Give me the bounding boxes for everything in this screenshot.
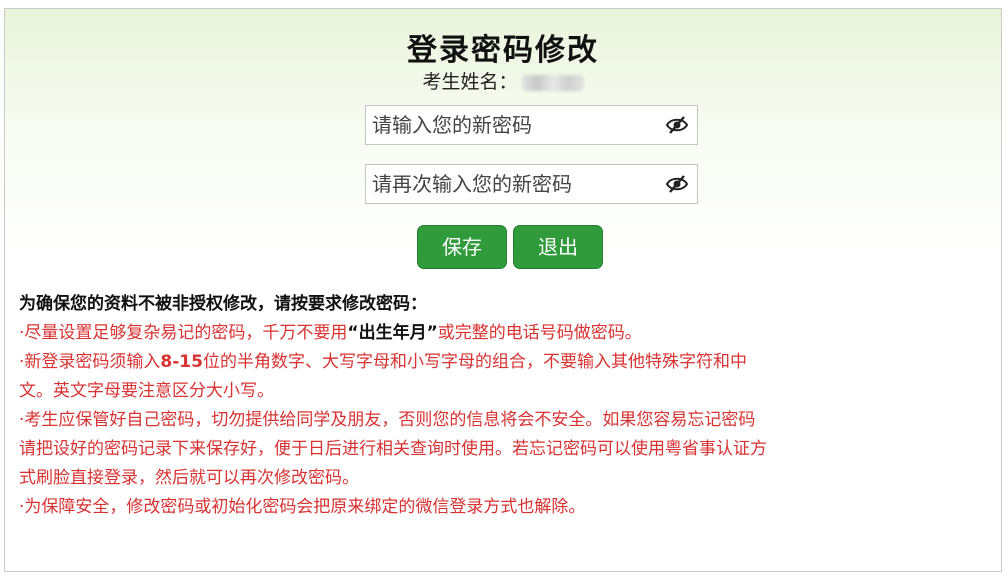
confirm-password-field: [365, 164, 698, 204]
notice-text: ·为保障安全，修改密码或初始化密码会把原来绑定的微信登录方式也解除。: [19, 497, 586, 517]
new-password-input[interactable]: [366, 106, 656, 144]
eye-slash-icon[interactable]: [665, 174, 689, 194]
notice-item: ·为保障安全，修改密码或初始化密码会把原来绑定的微信登录方式也解除。: [19, 493, 989, 522]
notice-text: 文。英文字母要注意区分大小写。: [19, 381, 274, 401]
notice-list: ·尽量设置足够复杂易记的密码，千万不要用“出生年月”或完整的电话号码做密码。 ·…: [19, 319, 989, 522]
notice-text: 式刷脸直接登录，然后就可以再次修改密码。: [19, 468, 359, 488]
notice-text: 或完整的电话号码做密码。: [437, 323, 642, 343]
confirm-password-input[interactable]: [366, 165, 656, 203]
notice-text: ·新登录密码须输入: [19, 352, 161, 372]
notice-highlight: “出生年月”: [347, 323, 438, 343]
notice-text: 请把设好的密码记录下来保存好，便于日后进行相关查询时使用。若忘记密码可以使用粤省…: [19, 439, 767, 459]
candidate-name-label: 考生姓名：: [422, 71, 518, 93]
password-change-panel: 登录密码修改 考生姓名： 保存 退出 为确保您的资料不被非授权修改，请按要求修改…: [4, 8, 1002, 572]
notice-text: ·尽量设置足够复杂易记的密码，千万不要用: [19, 323, 348, 343]
candidate-name-row: 考生姓名：: [5, 67, 1001, 94]
new-password-field: [365, 105, 698, 145]
eye-slash-icon[interactable]: [665, 115, 689, 135]
notice-highlight: 8-15: [160, 352, 203, 372]
candidate-name-redacted: [521, 74, 584, 91]
exit-button[interactable]: 退出: [513, 225, 603, 269]
save-button[interactable]: 保存: [417, 225, 507, 269]
page-title: 登录密码修改: [407, 33, 599, 68]
notice-item: ·新登录密码须输入8-15位的半角数字、大写字母和小写字母的组合，不要输入其他特…: [19, 348, 989, 406]
notice-text: 位的半角数字、大写字母和小写字母的组合，不要输入其他特殊字符和中: [202, 352, 747, 372]
notice-item: ·考生应保管好自己密码，切勿提供给同学及朋友，否则您的信息将会不安全。如果您容易…: [19, 406, 989, 493]
notice-heading: 为确保您的资料不被非授权修改，请按要求修改密码：: [19, 294, 427, 314]
notice-item: ·尽量设置足够复杂易记的密码，千万不要用“出生年月”或完整的电话号码做密码。: [19, 319, 989, 348]
notice-text: ·考生应保管好自己密码，切勿提供给同学及朋友，否则您的信息将会不安全。如果您容易…: [19, 410, 756, 430]
